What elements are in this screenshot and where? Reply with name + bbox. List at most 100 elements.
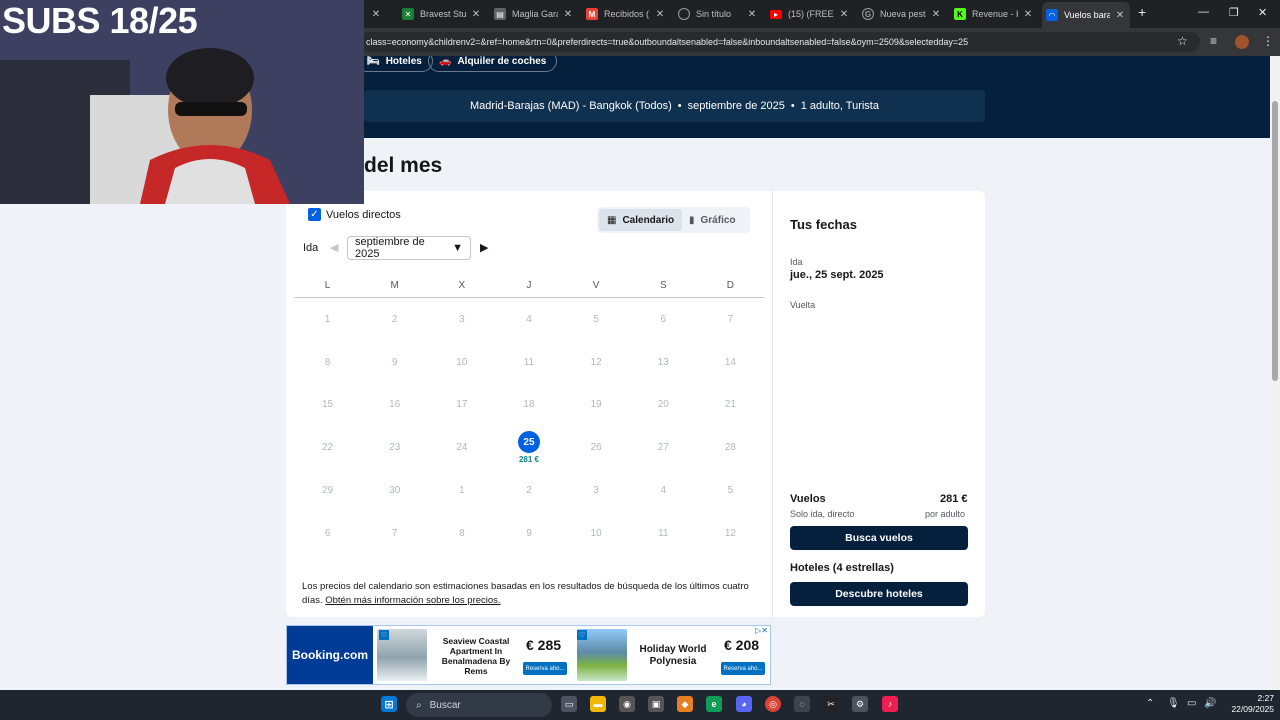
calendar-day[interactable]: 12 xyxy=(697,512,764,555)
task-view-icon[interactable]: ▭ xyxy=(561,696,577,712)
tiktok-icon[interactable]: ♪ xyxy=(882,696,898,712)
browser-tab[interactable]: Sin título ✕ xyxy=(678,4,758,24)
calendar-day[interactable]: 10 xyxy=(428,341,495,384)
calendar-day[interactable]: 1 xyxy=(294,298,361,341)
calendar-day[interactable]: 3 xyxy=(428,298,495,341)
calendar-day[interactable]: 6 xyxy=(630,298,697,341)
address-bar[interactable]: class=economy&childrenv2=&ref=home&rtn=0… xyxy=(360,32,1200,52)
browser-tab[interactable]: ✕ Bravest Studi ✕ xyxy=(402,4,482,24)
close-tab-icon[interactable]: ✕ xyxy=(1114,10,1126,21)
windows-start-icon[interactable]: ⊞ xyxy=(381,696,397,712)
calendar-day[interactable]: 27 xyxy=(630,426,697,469)
taskbar-search[interactable]: ⌕ Buscar xyxy=(406,693,552,717)
calendar-day[interactable]: 3 xyxy=(563,469,630,512)
calendar-day[interactable]: 20 xyxy=(630,384,697,427)
calendar-day[interactable]: 16 xyxy=(361,384,428,427)
close-tab-icon[interactable]: ✕ xyxy=(1022,9,1034,20)
calendar-day[interactable]: 4 xyxy=(495,298,562,341)
calendar-view-button[interactable]: ▦ Calendario xyxy=(599,209,683,231)
calendar-day[interactable]: 14 xyxy=(697,341,764,384)
calendar-day[interactable]: 30 xyxy=(361,469,428,512)
microphone-icon[interactable]: 🎙 xyxy=(1167,698,1180,709)
system-clock[interactable]: 2:27 22/09/2025 xyxy=(1222,693,1274,715)
calendar-day[interactable]: 8 xyxy=(294,341,361,384)
browser-tab[interactable]: ▸ (15) (FREE) M ✕ xyxy=(770,4,850,24)
calendar-day[interactable]: 17 xyxy=(428,384,495,427)
calendar-day[interactable]: 18 xyxy=(495,384,562,427)
calendar-day[interactable]: 21 xyxy=(697,384,764,427)
close-tab-icon[interactable]: ✕ xyxy=(930,9,942,20)
bookmark-star-icon[interactable]: ☆ xyxy=(1177,34,1188,48)
new-tab-icon[interactable]: + xyxy=(1138,4,1146,20)
capcut-icon[interactable]: ✂ xyxy=(823,696,839,712)
calendar-day[interactable]: 11 xyxy=(495,341,562,384)
calendar-day[interactable]: 7 xyxy=(697,298,764,341)
search-flights-button[interactable]: Busca vuelos xyxy=(790,526,968,550)
discover-hotels-button[interactable]: Descubre hoteles xyxy=(790,582,968,606)
calendar-day[interactable]: 1 xyxy=(428,469,495,512)
calendar-day[interactable]: 15 xyxy=(294,384,361,427)
volume-icon[interactable]: 🔊 xyxy=(1204,698,1216,709)
calendar-day[interactable]: 7 xyxy=(361,512,428,555)
month-select[interactable]: septiembre de 2025 ▼ xyxy=(347,236,471,260)
settings-icon[interactable]: ⚙ xyxy=(852,696,868,712)
calendar-day[interactable]: 26 xyxy=(563,426,630,469)
car-hire-chip[interactable]: 🚗 Alquiler de coches xyxy=(428,56,558,72)
offer-2-book-button[interactable]: Reserva aho... xyxy=(721,662,765,675)
calendar-day[interactable]: 5 xyxy=(697,469,764,512)
close-tab-icon[interactable]: ✕ xyxy=(746,9,758,20)
browser-tab[interactable]: K Revenue - K ✕ xyxy=(954,4,1034,24)
calendar-day[interactable]: 9 xyxy=(361,341,428,384)
calendar-day[interactable]: 4 xyxy=(630,469,697,512)
edge-icon[interactable]: e xyxy=(706,696,722,712)
close-tab-icon[interactable]: ✕ xyxy=(838,9,850,20)
calendar-day[interactable]: 13 xyxy=(630,341,697,384)
calendar-day[interactable]: 12 xyxy=(563,341,630,384)
browser-tab[interactable]: ▤ Maglia Gara ✕ xyxy=(494,4,574,24)
ad-close-icon[interactable]: ▷✕ xyxy=(755,626,768,635)
browser-tab-active[interactable]: ◠ Vuelos bara ✕ xyxy=(1042,2,1130,28)
tray-chevron-icon[interactable]: ⌃ xyxy=(1146,698,1154,709)
calendar-day[interactable]: 24 xyxy=(428,426,495,469)
calendar-day[interactable]: 23 xyxy=(361,426,428,469)
calendar-day[interactable]: 10 xyxy=(563,512,630,555)
network-icon[interactable]: ▭ xyxy=(1187,698,1196,709)
browser-tab[interactable]: M Recibidos (1 ✕ xyxy=(586,4,666,24)
heart-icon[interactable]: ♡ xyxy=(577,630,587,640)
profile-avatar-icon[interactable] xyxy=(1235,35,1249,49)
scrollbar-thumb[interactable] xyxy=(1272,101,1278,381)
calendar-day[interactable]: 2 xyxy=(495,469,562,512)
search-summary-bar[interactable]: Madrid-Barajas (MAD) - Bangkok (Todos) •… xyxy=(364,90,985,122)
chart-view-button[interactable]: ▮ Gráfico xyxy=(681,209,744,231)
discord-icon[interactable]: ◕ xyxy=(736,696,752,712)
close-tab-icon[interactable]: ✕ xyxy=(370,9,382,20)
calendar-day[interactable]: 5 xyxy=(563,298,630,341)
browser-tab[interactable]: ✕ xyxy=(366,4,390,24)
offer-1-book-button[interactable]: Reserva aho... xyxy=(523,662,567,675)
media-control-icon[interactable]: ≡ xyxy=(1210,34,1217,48)
calendar-day[interactable]: 28 xyxy=(697,426,764,469)
price-info-link[interactable]: Obtén más información sobre los precios. xyxy=(325,595,500,606)
hotels-chip[interactable]: 🛏 Hoteles xyxy=(356,56,433,72)
prev-month-icon[interactable]: ◀ xyxy=(330,241,338,254)
close-tab-icon[interactable]: ✕ xyxy=(654,9,666,20)
calendar-day-selected[interactable]: 25 281 € xyxy=(495,426,562,469)
calendar-day[interactable]: 11 xyxy=(630,512,697,555)
heart-icon[interactable]: ♡ xyxy=(379,630,389,640)
calendar-day[interactable]: 9 xyxy=(495,512,562,555)
booking-ad-banner[interactable]: Booking.com ♡ Seaview Coastal Apartment … xyxy=(286,625,771,685)
file-explorer-icon[interactable]: ▬ xyxy=(590,696,606,712)
close-tab-icon[interactable]: ✕ xyxy=(562,9,574,20)
next-month-icon[interactable]: ▶ xyxy=(480,241,488,254)
direct-flights-checkbox[interactable]: ✓ xyxy=(308,208,321,221)
app-icon[interactable]: ◆ xyxy=(677,696,693,712)
chrome-icon[interactable]: ◎ xyxy=(765,696,781,712)
calendar-day[interactable]: 22 xyxy=(294,426,361,469)
store-icon[interactable]: ▣ xyxy=(648,696,664,712)
restore-icon[interactable]: ❐ xyxy=(1229,6,1239,19)
minimize-icon[interactable]: — xyxy=(1198,6,1209,18)
obs-icon[interactable]: ◉ xyxy=(619,696,635,712)
page-scrollbar[interactable] xyxy=(1270,56,1280,690)
close-window-icon[interactable]: ✕ xyxy=(1258,6,1267,19)
browser-tab[interactable]: G Nueva pesta ✕ xyxy=(862,4,942,24)
